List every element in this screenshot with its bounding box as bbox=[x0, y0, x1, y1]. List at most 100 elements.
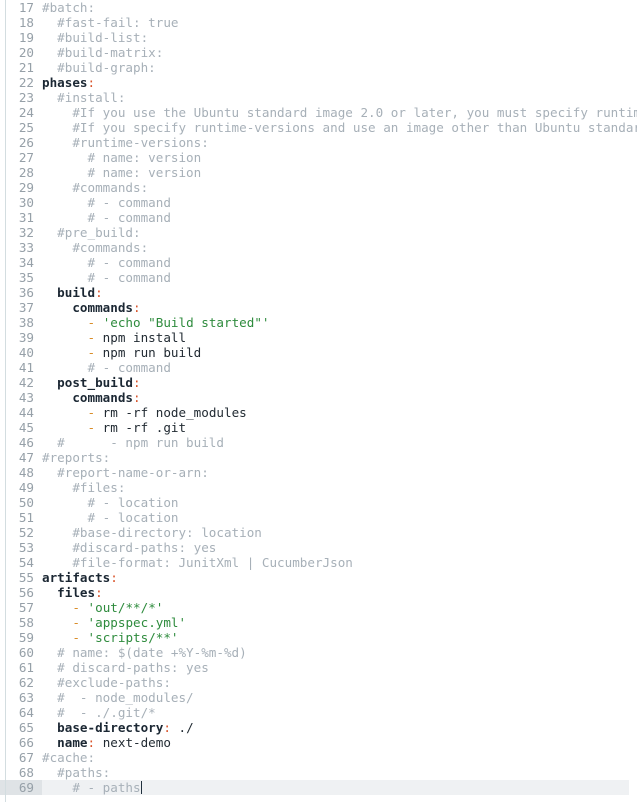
code-line[interactable]: 33 #commands: bbox=[0, 240, 637, 255]
code-line[interactable]: 20 #build-matrix: bbox=[0, 45, 637, 60]
code-line-content[interactable]: commands: bbox=[42, 300, 629, 315]
code-line[interactable]: 53 #discard-paths: yes bbox=[0, 540, 637, 555]
code-line-content[interactable]: #report-name-or-arn: bbox=[42, 465, 629, 480]
code-line-content[interactable]: #If you specify runtime-versions and use… bbox=[42, 120, 637, 135]
code-line[interactable]: 48 #report-name-or-arn: bbox=[0, 465, 637, 480]
code-line[interactable]: 24 #If you use the Ubuntu standard image… bbox=[0, 105, 637, 120]
code-line[interactable]: 37 commands: bbox=[0, 300, 637, 315]
code-line-content[interactable]: - rm -rf node_modules bbox=[42, 405, 629, 420]
code-line-content[interactable]: # - paths bbox=[42, 780, 629, 795]
code-line[interactable]: 56 files: bbox=[0, 585, 637, 600]
code-line-content[interactable]: #build-list: bbox=[42, 30, 629, 45]
code-line[interactable]: 22 phases: bbox=[0, 75, 637, 90]
code-line[interactable]: 43 commands: bbox=[0, 390, 637, 405]
code-line[interactable]: 65 base-directory: ./ bbox=[0, 720, 637, 735]
code-line[interactable]: 36 build: bbox=[0, 285, 637, 300]
code-line[interactable]: 62 #exclude-paths: bbox=[0, 675, 637, 690]
code-line-content[interactable]: #base-directory: location bbox=[42, 525, 629, 540]
code-line[interactable]: 35 # - command bbox=[0, 270, 637, 285]
code-lines-container[interactable]: 17 #batch: 18 #fast-fail: true 19 #build-li… bbox=[0, 0, 637, 795]
code-line-content[interactable]: # name: $(date +%Y-%m-%d) bbox=[42, 645, 629, 660]
code-line[interactable]: 59 - 'scripts/**' bbox=[0, 630, 637, 645]
code-line-content[interactable]: # - node_modules/ bbox=[42, 690, 629, 705]
code-line[interactable]: 28 # name: version bbox=[0, 165, 637, 180]
code-line-content[interactable]: #runtime-versions: bbox=[42, 135, 629, 150]
code-line-content[interactable]: #commands: bbox=[42, 240, 629, 255]
code-line-content[interactable]: - 'scripts/**' bbox=[42, 630, 629, 645]
code-line-content[interactable]: # - command bbox=[42, 270, 629, 285]
code-line[interactable]: 32 #pre_build: bbox=[0, 225, 637, 240]
code-line-content[interactable]: commands: bbox=[42, 390, 629, 405]
code-line[interactable]: 58 - 'appspec.yml' bbox=[0, 615, 637, 630]
code-line-content[interactable]: #cache: bbox=[42, 750, 629, 765]
code-line-content[interactable]: # - command bbox=[42, 195, 629, 210]
code-line-content[interactable]: # name: version bbox=[42, 165, 629, 180]
code-line[interactable]: 63 # - node_modules/ bbox=[0, 690, 637, 705]
code-line-content[interactable]: # discard-paths: yes bbox=[42, 660, 629, 675]
code-line-content[interactable]: - 'out/**/*' bbox=[42, 600, 629, 615]
code-line[interactable]: 17 #batch: bbox=[0, 0, 637, 15]
code-line[interactable]: 51 # - location bbox=[0, 510, 637, 525]
code-editor[interactable]: 17 #batch: 18 #fast-fail: true 19 #build-li… bbox=[0, 0, 637, 802]
code-line-content[interactable]: artifacts: bbox=[42, 570, 629, 585]
code-line[interactable]: 27 # name: version bbox=[0, 150, 637, 165]
code-line-content[interactable]: build: bbox=[42, 285, 629, 300]
code-line-content[interactable]: # - npm run build bbox=[42, 435, 629, 450]
code-line-content[interactable]: #batch: bbox=[42, 0, 629, 15]
code-line-content[interactable]: # - ./.git/* bbox=[42, 705, 629, 720]
code-line[interactable]: 45 - rm -rf .git bbox=[0, 420, 637, 435]
code-line-content[interactable]: #paths: bbox=[42, 765, 629, 780]
code-line-content[interactable]: # - command bbox=[42, 255, 629, 270]
code-line[interactable]: 23 #install: bbox=[0, 90, 637, 105]
code-line[interactable]: 66 name: next-demo bbox=[0, 735, 637, 750]
code-line[interactable]: 19 #build-list: bbox=[0, 30, 637, 45]
code-line[interactable]: 21 #build-graph: bbox=[0, 60, 637, 75]
code-line-content[interactable]: # - command bbox=[42, 210, 629, 225]
code-line[interactable]: 46 # - npm run build bbox=[0, 435, 637, 450]
code-line[interactable]: 41 # - command bbox=[0, 360, 637, 375]
code-line-content[interactable]: phases: bbox=[42, 75, 629, 90]
code-line-content[interactable]: #discard-paths: yes bbox=[42, 540, 629, 555]
code-line[interactable]: 57 - 'out/**/*' bbox=[0, 600, 637, 615]
code-line[interactable]: 40 - npm run build bbox=[0, 345, 637, 360]
code-line[interactable]: 64 # - ./.git/* bbox=[0, 705, 637, 720]
code-line-content[interactable]: #files: bbox=[42, 480, 629, 495]
code-line-content[interactable]: #reports: bbox=[42, 450, 629, 465]
code-line-content[interactable]: base-directory: ./ bbox=[42, 720, 629, 735]
code-line-content[interactable]: - npm run build bbox=[42, 345, 629, 360]
code-line-content[interactable]: #build-matrix: bbox=[42, 45, 629, 60]
code-line-content[interactable]: - npm install bbox=[42, 330, 629, 345]
code-line-content[interactable]: post_build: bbox=[42, 375, 629, 390]
code-line[interactable]: 69 # - paths bbox=[0, 780, 637, 795]
code-line[interactable]: 52 #base-directory: location bbox=[0, 525, 637, 540]
code-line[interactable]: 68 #paths: bbox=[0, 765, 637, 780]
code-line[interactable]: 34 # - command bbox=[0, 255, 637, 270]
code-line-content[interactable]: #fast-fail: true bbox=[42, 15, 629, 30]
code-line-content[interactable]: #file-format: JunitXml | CucumberJson bbox=[42, 555, 629, 570]
code-line[interactable]: 29 #commands: bbox=[0, 180, 637, 195]
code-line-content[interactable]: #pre_build: bbox=[42, 225, 629, 240]
code-line[interactable]: 50 # - location bbox=[0, 495, 637, 510]
code-line[interactable]: 60 # name: $(date +%Y-%m-%d) bbox=[0, 645, 637, 660]
code-line[interactable]: 44 - rm -rf node_modules bbox=[0, 405, 637, 420]
code-line[interactable]: 49 #files: bbox=[0, 480, 637, 495]
code-line[interactable]: 38 - 'echo "Build started"' bbox=[0, 315, 637, 330]
code-line[interactable]: 42 post_build: bbox=[0, 375, 637, 390]
code-line[interactable]: 25 #If you specify runtime-versions and … bbox=[0, 120, 637, 135]
code-line-content[interactable]: #build-graph: bbox=[42, 60, 629, 75]
code-line-content[interactable]: # - location bbox=[42, 495, 629, 510]
code-line-content[interactable]: - 'appspec.yml' bbox=[42, 615, 629, 630]
code-line-content[interactable]: # - location bbox=[42, 510, 629, 525]
code-line-content[interactable]: - 'echo "Build started"' bbox=[42, 315, 629, 330]
code-line[interactable]: 39 - npm install bbox=[0, 330, 637, 345]
code-line-content[interactable]: name: next-demo bbox=[42, 735, 629, 750]
code-line[interactable]: 30 # - command bbox=[0, 195, 637, 210]
code-line[interactable]: 18 #fast-fail: true bbox=[0, 15, 637, 30]
code-line[interactable]: 61 # discard-paths: yes bbox=[0, 660, 637, 675]
code-line[interactable]: 55 artifacts: bbox=[0, 570, 637, 585]
code-line-content[interactable]: #exclude-paths: bbox=[42, 675, 629, 690]
code-line-content[interactable]: - rm -rf .git bbox=[42, 420, 629, 435]
code-line[interactable]: 26 #runtime-versions: bbox=[0, 135, 637, 150]
code-line[interactable]: 54 #file-format: JunitXml | CucumberJson bbox=[0, 555, 637, 570]
code-line[interactable]: 67 #cache: bbox=[0, 750, 637, 765]
